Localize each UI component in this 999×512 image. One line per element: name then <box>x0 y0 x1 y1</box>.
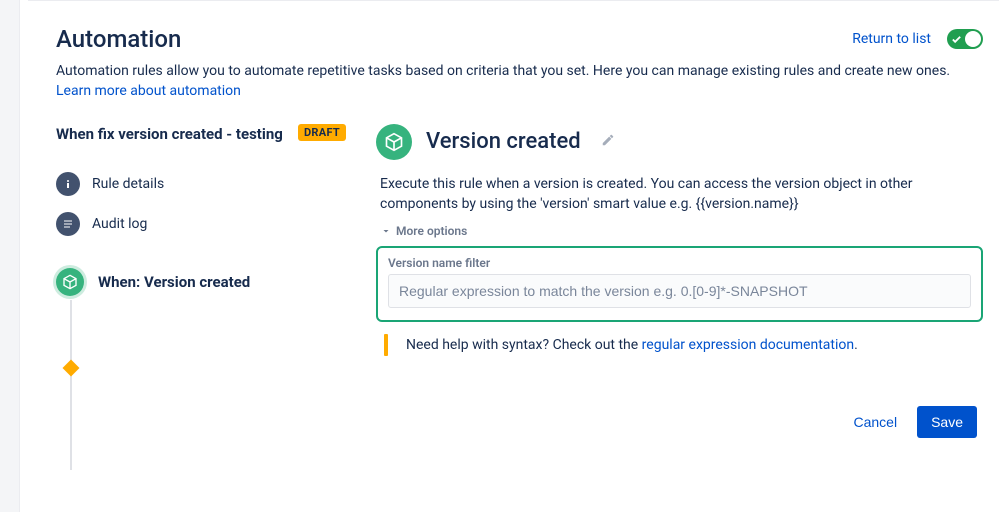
cube-icon <box>56 268 84 296</box>
timeline-when-node[interactable]: When: Version created <box>56 268 346 296</box>
edit-icon[interactable] <box>601 133 615 151</box>
cancel-button[interactable]: Cancel <box>845 408 905 436</box>
nav-item-label: Rule details <box>92 176 164 192</box>
section-description: Execute this rule when a version is crea… <box>376 174 983 215</box>
nav-audit-log[interactable]: Audit log <box>56 204 346 244</box>
more-options-label: More options <box>396 224 467 238</box>
section-title: Version created <box>426 129 581 154</box>
nav-item-label: Audit log <box>92 216 147 232</box>
left-app-strip <box>0 0 20 512</box>
help-accent-bar <box>384 334 388 356</box>
timeline-connector <box>70 300 72 470</box>
field-label: Version name filter <box>388 256 971 270</box>
rule-enabled-toggle[interactable] <box>947 29 983 49</box>
cube-icon <box>376 124 412 160</box>
timeline-marker <box>63 359 80 376</box>
help-text: Need help with syntax? Check out the reg… <box>406 337 858 353</box>
save-button[interactable]: Save <box>917 406 977 438</box>
info-icon <box>56 172 80 196</box>
return-to-list-link[interactable]: Return to list <box>852 31 931 47</box>
log-icon <box>56 212 80 236</box>
timeline-when-label: When: Version created <box>98 273 250 291</box>
page-title: Automation <box>56 25 181 53</box>
check-icon <box>951 34 962 45</box>
status-badge: DRAFT <box>298 124 346 141</box>
learn-more-link[interactable]: Learn more about automation <box>56 83 241 99</box>
version-name-filter-group: Version name filter <box>376 246 983 322</box>
rule-name: When fix version created - testing <box>56 124 283 144</box>
regex-docs-link[interactable]: regular expression documentation <box>642 337 854 353</box>
nav-rule-details[interactable]: Rule details <box>56 164 346 204</box>
page-description: Automation rules allow you to automate r… <box>56 61 983 102</box>
chevron-down-icon <box>380 225 392 237</box>
more-options-toggle[interactable]: More options <box>376 224 983 238</box>
version-name-filter-input[interactable] <box>388 274 971 308</box>
